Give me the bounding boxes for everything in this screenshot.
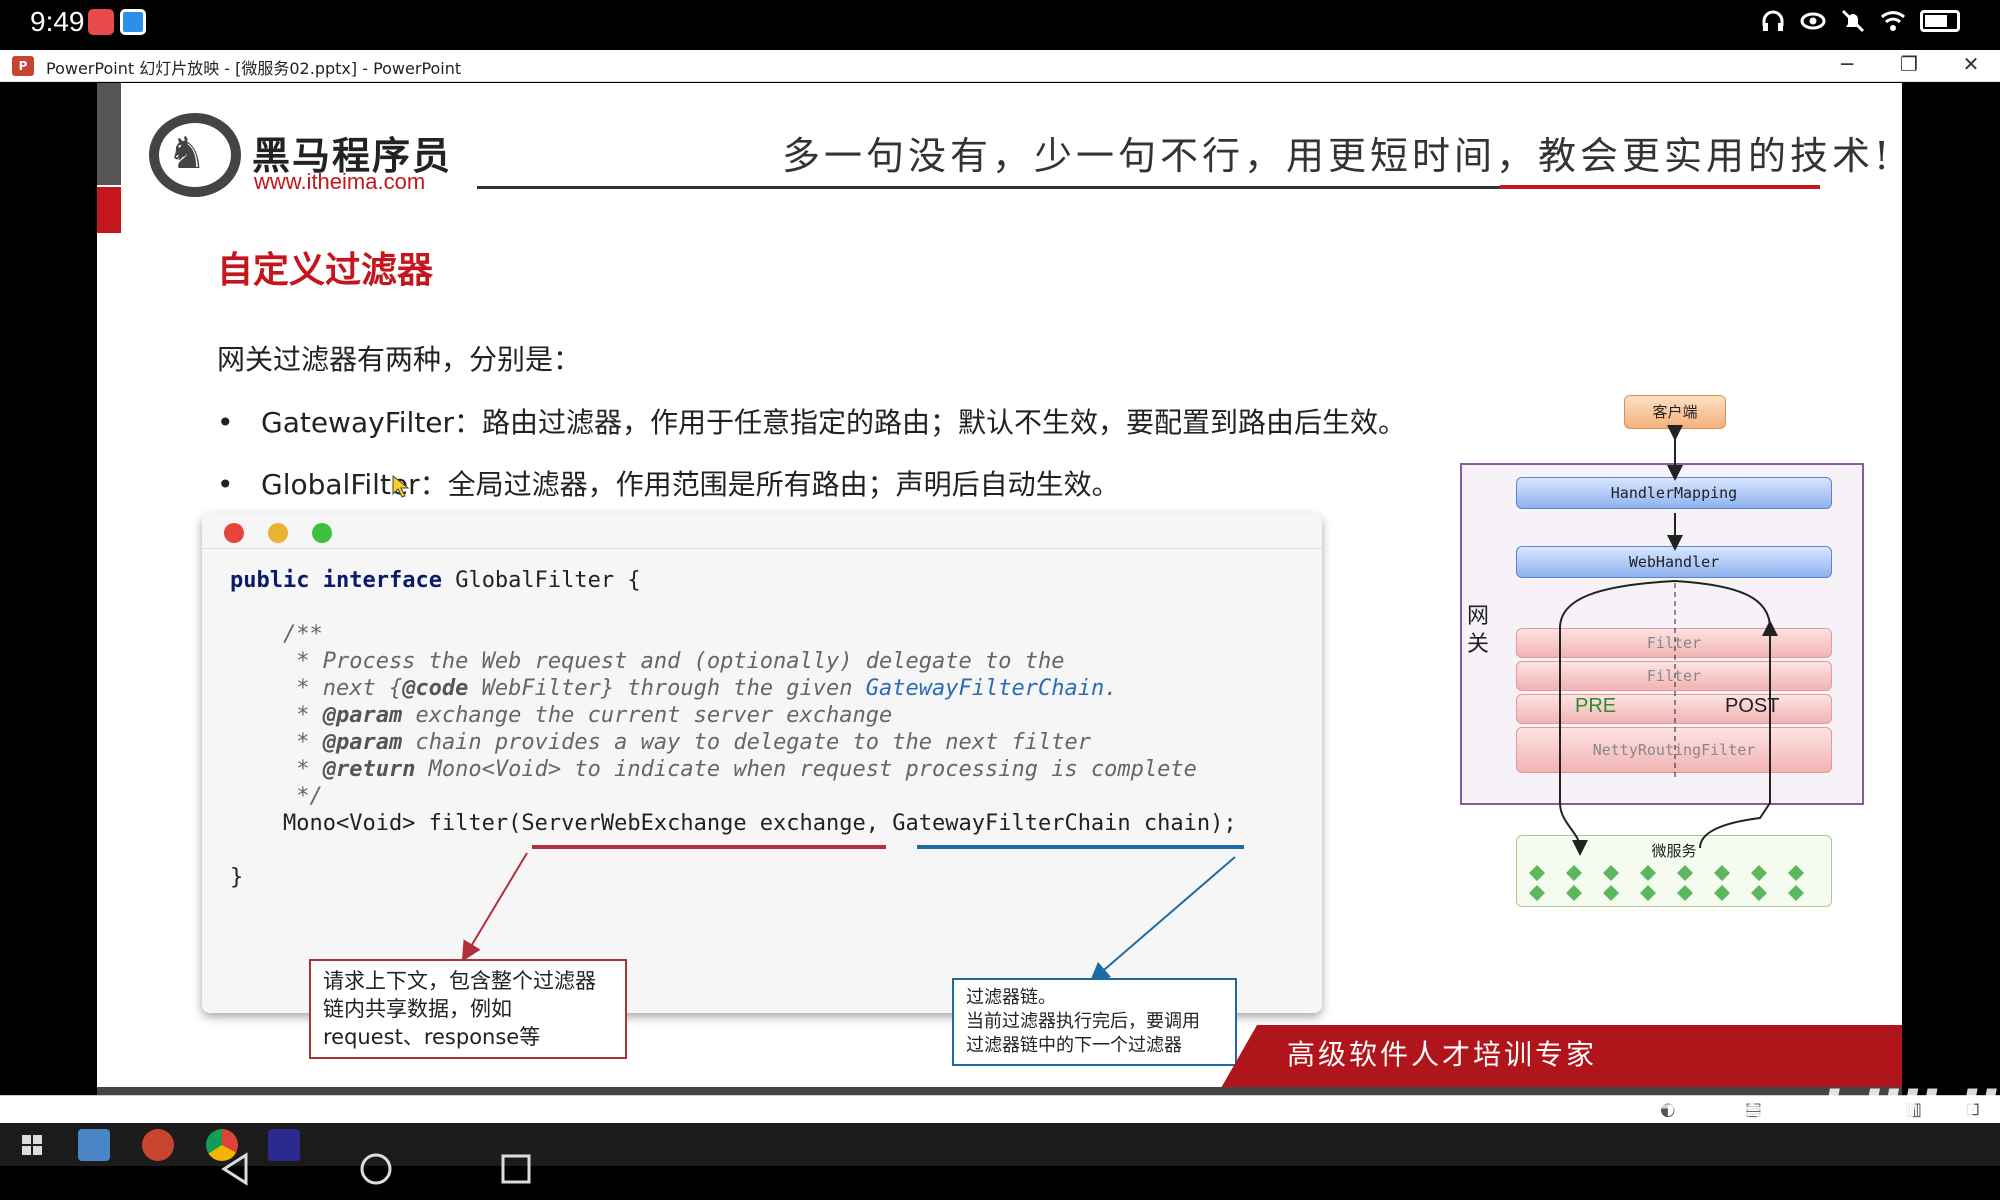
windows-start-icon[interactable] [22,1135,42,1155]
window-title: PowerPoint 幻灯片放映 - [微服务02.pptx] - PowerP… [46,59,462,78]
status-bar: 9:49 [0,0,2000,50]
mute-bell-icon [1840,8,1866,34]
arrow-exchange [461,852,528,962]
arrow-chain [1089,856,1236,983]
minimize-button[interactable]: ─ [1832,52,1862,76]
notification-app-icon [88,9,114,35]
home-icon[interactable] [359,1152,393,1186]
file-explorer-icon[interactable] [78,1129,110,1161]
microservice-nodes [1529,865,1804,901]
note-line: 过滤器链中的下一个过滤器 [966,1035,1182,1056]
notification-app-icon-2 [120,9,146,35]
status-time: 9:49 [30,6,85,37]
powerpoint-taskbar-icon[interactable] [142,1129,174,1161]
window-titlebar: P PowerPoint 幻灯片放映 - [微服务02.pptx] - Powe… [0,50,2000,82]
back-icon[interactable] [220,1152,250,1186]
headphones-icon [1760,8,1786,34]
battery-icon [1920,10,1960,32]
note-line: 当前过滤器执行完后，要调用 [966,1011,1200,1032]
powerpoint-icon: P [12,56,34,76]
recents-icon[interactable] [500,1153,532,1185]
eye-icon [1800,8,1826,34]
note-chain: 过滤器链。 当前过滤器执行完后，要调用 过滤器链中的下一个过滤器 [952,978,1237,1066]
taskbar [0,1123,2000,1166]
wifi-icon [1880,8,1906,34]
restore-button[interactable]: ❐ [1894,52,1924,76]
close-button[interactable]: ✕ [1956,52,1986,76]
android-navbar [0,1166,2000,1200]
note-line: 过滤器链。 [966,987,1056,1008]
status-icons [1760,8,1960,34]
brand-footer-text: 高级软件人才培训专家 [1287,1038,1598,1071]
slide[interactable]: ♞ 黑马程序员 www.itheima.com 多一句没有，少一句不行，用更短时… [97,83,1902,1095]
note-line: request、response等 [323,1025,541,1049]
note-exchange: 请求上下文，包含整个过滤器 链内共享数据，例如 request、response… [309,959,627,1059]
note-line: 请求上下文，包含整个过滤器 [323,969,596,993]
intellij-icon[interactable] [268,1129,300,1161]
gateway-flow-arrows [1559,425,1778,856]
note-line: 链内共享数据，例如 [323,997,512,1021]
